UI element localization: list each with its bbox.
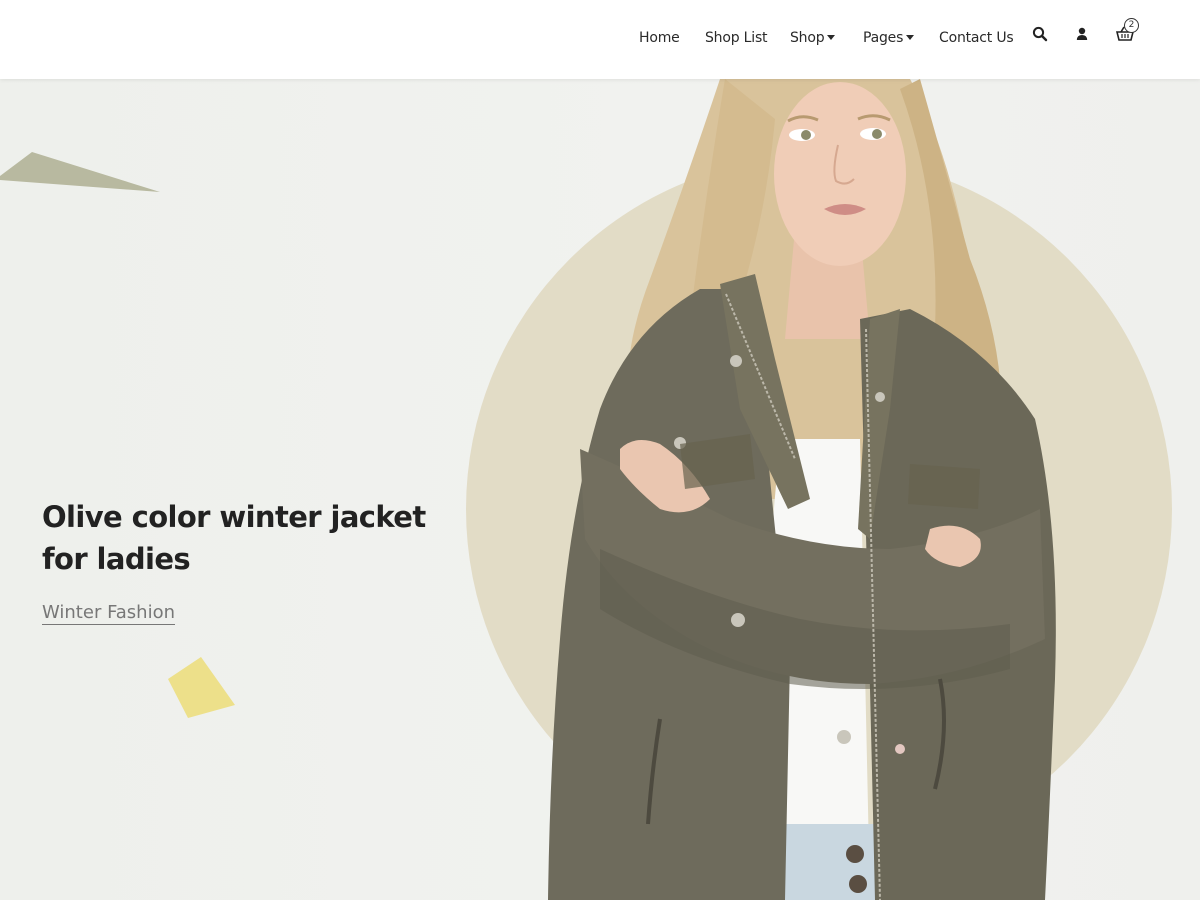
hero-model-image <box>548 79 1056 900</box>
hero-category-link[interactable]: Winter Fashion <box>42 602 176 625</box>
nav-shop-label: Shop <box>790 30 825 46</box>
nav-home[interactable]: Home <box>639 30 680 46</box>
user-icon[interactable] <box>1076 26 1096 46</box>
nav-contact[interactable]: Contact Us <box>939 30 1014 46</box>
hero-title: Olive color winter jacket for ladies <box>42 500 426 576</box>
nav-pages-dropdown[interactable]: Pages <box>863 30 915 46</box>
search-icon[interactable] <box>1032 26 1052 46</box>
site-header: Home Shop List Shop Pages Contact Us 2 <box>0 0 1200 79</box>
cart-count-badge: 2 <box>1124 18 1139 33</box>
hero-banner: Olive color winter jacket for ladies Win… <box>0 79 1200 900</box>
nav-shop-dropdown[interactable]: Shop <box>790 30 836 46</box>
nav-pages-label: Pages <box>863 30 904 46</box>
yellow-shape <box>168 657 235 718</box>
caret-down-icon <box>906 35 915 40</box>
main-nav: Home Shop List Shop Pages Contact Us 2 <box>0 0 1200 79</box>
caret-down-icon <box>827 35 836 40</box>
olive-triangle-shape <box>0 152 160 192</box>
nav-shop-list[interactable]: Shop List <box>705 30 768 46</box>
